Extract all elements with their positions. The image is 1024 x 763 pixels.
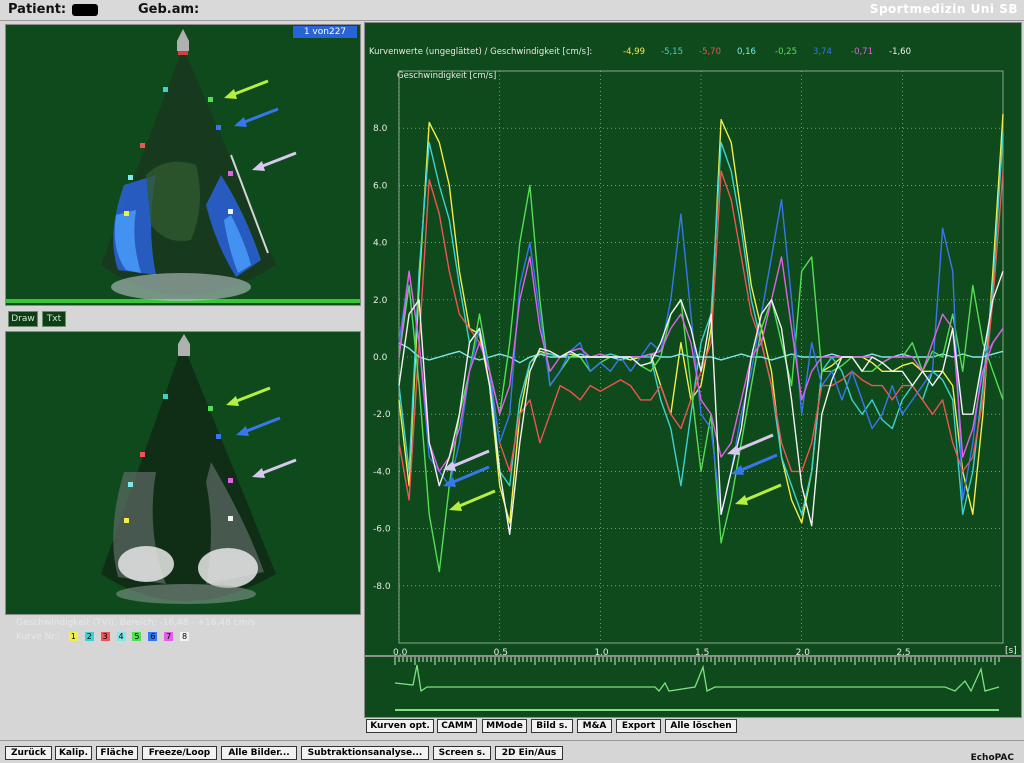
chart-lines [398,113,1004,573]
curve-1-toggle[interactable]: 1 [68,632,78,641]
bottom-divider [0,740,1024,741]
ecg-strip[interactable] [364,656,1022,718]
range-text: Geschwindigkeit (TVI), Bereich: -16,48 -… [16,618,256,628]
curve-value: -0,25 [775,47,797,57]
y-tick-label: 4.0 [373,239,388,249]
curve-3-toggle[interactable]: 3 [100,632,110,641]
frame-counter: 1 von227 [293,26,357,38]
draw-button[interactable]: Draw [8,311,38,327]
arrow-blue-icon [236,416,281,436]
toggle-2d-button[interactable]: 2D Ein/Aus [495,746,563,760]
save-image-button[interactable]: Bild s. [531,719,573,733]
title-bar: Patient: Geb.am: Sportmedizin Uni SB [0,0,1024,21]
curve-value: -0,71 [851,47,873,57]
patient-name-redacted [72,4,98,16]
calibrate-button[interactable]: Kalip. [55,746,92,760]
ecg-ticks [394,657,1000,665]
mmode-button[interactable]: MMode [482,719,527,733]
y-tick-label: -4.0 [373,467,391,477]
curve-value: -5,15 [661,47,683,57]
arrow-green-icon [449,489,496,511]
y-tick-label: -6.0 [373,525,391,535]
curve-label: Kurve Nr.: [16,632,61,642]
curve-value: -5,70 [699,47,721,57]
y-tick-label: 0.0 [373,353,388,363]
back-button[interactable]: Zurück [5,746,52,760]
clear-all-button[interactable]: Alle löschen [665,719,737,733]
area-button[interactable]: Fläche [96,746,138,760]
y-tick-label: -8.0 [373,582,391,592]
arrow-green-icon [735,483,782,505]
echo-gray-canvas [101,334,297,604]
curve-legend: Kurve Nr.: 1 2 3 4 5 6 7 8 [16,632,193,642]
y-axis-label: Geschwindigkeit [cm/s] [397,71,496,81]
dob-label: Geb.am: [138,2,200,17]
arrow-lavender-icon [252,458,297,478]
curve-2-toggle[interactable]: 2 [84,632,94,641]
x-axis-unit: [s] [1005,646,1017,655]
arrow-lavender-icon [727,433,774,455]
freeze-loop-button[interactable]: Freeze/Loop [142,746,217,760]
subtraction-analysis-button[interactable]: Subtraktionsanalyse... [301,746,429,760]
arrow-blue-icon [234,107,279,127]
patient-label: Patient: [8,2,67,17]
y-tick-label: 2.0 [373,296,388,306]
app-name: EchoPAC [970,753,1014,763]
curve-optimize-button[interactable]: Kurven opt. [366,719,434,733]
curve-value: -1,60 [889,47,911,57]
y-tick-label: 6.0 [373,181,388,191]
x-tick-label: 2.5 [896,648,910,655]
camm-button[interactable]: CAMM [437,719,477,733]
curve-6-toggle[interactable]: 6 [148,632,158,641]
velocity-chart-panel: Kurvenwerte (ungeglättet) / Geschwindigk… [364,22,1022,658]
all-images-button[interactable]: Alle Bilder... [221,746,297,760]
velocity-chart[interactable]: Kurvenwerte (ungeglättet) / Geschwindigk… [365,23,1021,658]
series-line-2 [398,133,1004,515]
curve-value: 0,16 [737,47,756,57]
x-tick-label: 1.0 [594,648,609,655]
curve-value: 3,74 [813,47,832,57]
ecg-canvas [394,657,1000,711]
x-tick-label: 1.5 [695,648,709,655]
export-button[interactable]: Export [616,719,661,733]
chart-header-text: Kurvenwerte (ungeglättet) / Geschwindigk… [369,47,592,57]
x-tick-label: 2.0 [796,648,811,655]
arrow-green-icon [226,386,271,406]
m-and-a-button[interactable]: M&A [577,719,612,733]
save-screen-button[interactable]: Screen s. [433,746,491,760]
echo-image-grayscale[interactable] [5,331,361,615]
x-tick-label: 0.0 [393,648,408,655]
arrow-lavender-icon [252,151,297,171]
curve-value: -4,99 [623,47,645,57]
y-tick-label: -2.0 [373,410,391,420]
curve-4-toggle[interactable]: 4 [116,632,126,641]
curve-5-toggle[interactable]: 5 [132,632,142,641]
curve-7-toggle[interactable]: 7 [164,632,174,641]
arrow-green-icon [224,79,269,99]
txt-button[interactable]: Txt [42,311,66,327]
curve-8-toggle[interactable]: 8 [180,632,190,641]
echo-image-color[interactable] [5,24,361,306]
curve-values-row: -4,99 -5,15 -5,70 0,16 -0,25 3,74 -0,71 -1,60 [623,47,911,57]
brand-label: Sportmedizin Uni SB [869,2,1018,16]
x-tick-label: 0.5 [494,648,508,655]
echo-color-canvas [6,29,360,303]
y-tick-label: 8.0 [373,124,388,134]
